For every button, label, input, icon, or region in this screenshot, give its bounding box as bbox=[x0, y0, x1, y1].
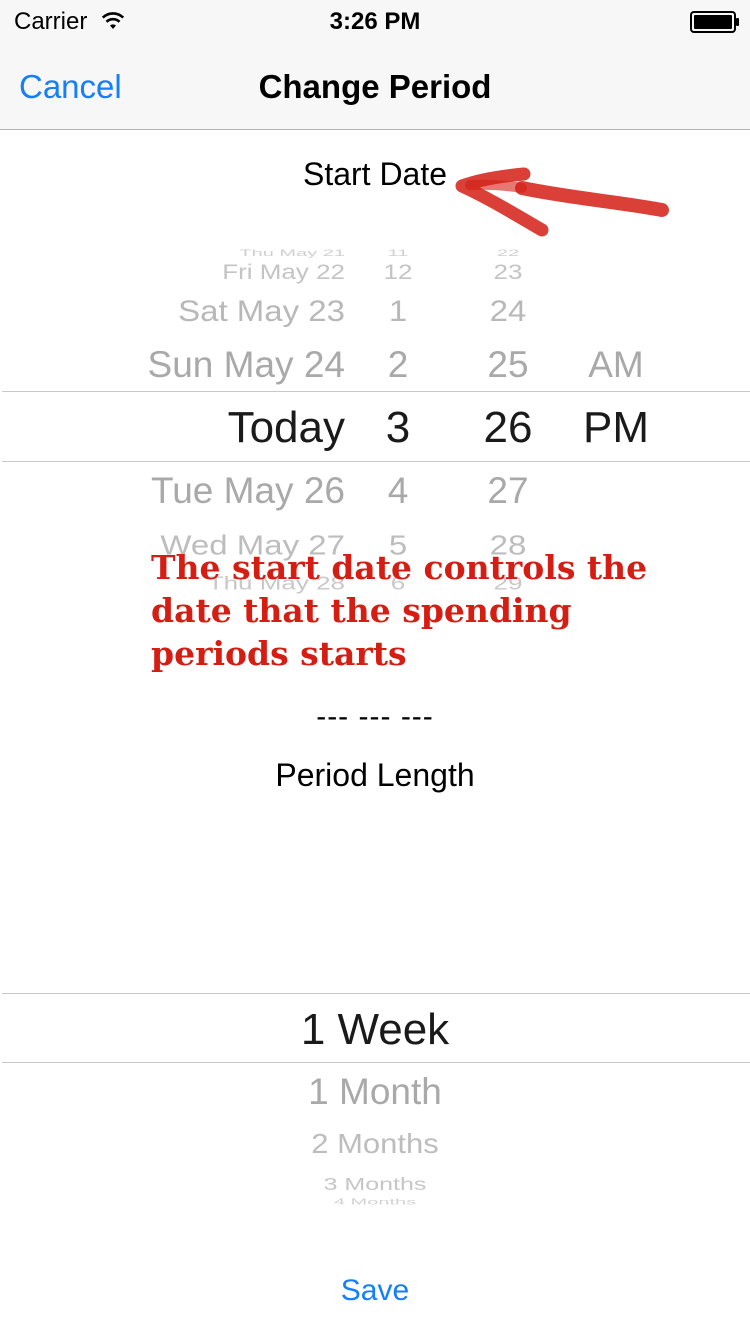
picker-hour-option[interactable]: 12 bbox=[358, 262, 438, 283]
period-option[interactable]: 4 Months bbox=[175, 1198, 575, 1206]
annotation-text: The start date controls the date that th… bbox=[151, 548, 648, 673]
picker-minute-option[interactable]: 22 bbox=[468, 249, 548, 258]
picker-minute-option[interactable]: 27 bbox=[468, 472, 548, 509]
picker-selection-line-top bbox=[2, 391, 750, 392]
picker-hour-option[interactable]: 11 bbox=[358, 249, 438, 258]
picker-minute-option[interactable]: 25 bbox=[468, 346, 548, 383]
picker-date-selected[interactable]: Today bbox=[228, 406, 345, 450]
picker-ampm-option[interactable]: AM bbox=[576, 346, 656, 383]
period-option-selected[interactable]: 1 Week bbox=[175, 1008, 575, 1052]
period-length-label: Period Length bbox=[275, 757, 475, 793]
period-option[interactable]: 1 Month bbox=[175, 1073, 575, 1110]
picker-selection-line-bottom bbox=[2, 1062, 750, 1063]
picker-date-option[interactable]: Thu May 21 bbox=[239, 249, 345, 258]
picker-hour-option[interactable]: 4 bbox=[358, 472, 438, 509]
period-option[interactable]: 3 Months bbox=[175, 1175, 575, 1194]
picker-minute-option[interactable]: 24 bbox=[468, 296, 548, 326]
picker-selection-line-top bbox=[2, 993, 750, 994]
annotation-arrow-icon bbox=[455, 167, 669, 237]
status-bar: Carrier 3:26 PM bbox=[0, 0, 750, 42]
navigation-bar: Cancel Change Period bbox=[0, 42, 750, 130]
picker-minute-selected[interactable]: 26 bbox=[468, 406, 548, 450]
page-title: Change Period bbox=[258, 68, 492, 105]
picker-date-option[interactable]: Sun May 24 bbox=[148, 346, 345, 383]
picker-ampm-selected[interactable]: PM bbox=[576, 406, 656, 450]
picker-hour-option[interactable]: 2 bbox=[358, 346, 438, 383]
picker-date-option[interactable]: Sat May 23 bbox=[178, 296, 345, 326]
picker-hour-option[interactable]: 1 bbox=[358, 296, 438, 326]
picker-selection-line-bottom bbox=[2, 461, 750, 462]
picker-hour-selected[interactable]: 3 bbox=[358, 406, 438, 450]
battery-icon bbox=[690, 11, 739, 33]
picker-date-option[interactable]: Fri May 22 bbox=[222, 262, 345, 283]
picker-date-option[interactable]: Tue May 26 bbox=[151, 472, 345, 509]
picker-minute-option[interactable]: 23 bbox=[468, 262, 548, 283]
save-button[interactable]: Save bbox=[0, 1274, 750, 1308]
period-option[interactable]: 2 Months bbox=[175, 1130, 575, 1158]
status-time: 3:26 PM bbox=[329, 8, 421, 35]
section-separator: --- --- --- bbox=[316, 700, 434, 733]
